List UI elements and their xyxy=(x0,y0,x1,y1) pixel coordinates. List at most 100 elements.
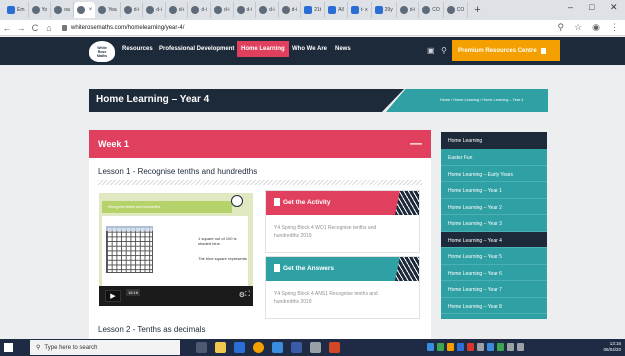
week-header[interactable]: Week 1 — xyxy=(89,130,431,158)
activity-description: Y4 Spring Block 4 WO1 Recognise tenths a… xyxy=(274,225,377,239)
browser-tab[interactable]: 29y xyxy=(372,2,397,18)
browser-tab[interactable]: Yo xyxy=(29,2,52,18)
sidebar-item-year-3[interactable]: Home Learning – Year 3 xyxy=(441,215,547,232)
home-button[interactable]: ⌂ xyxy=(42,23,56,33)
browser-tab[interactable]: d-i xyxy=(211,2,234,18)
back-button[interactable]: ← xyxy=(0,23,14,33)
sidebar-item-easter-fun[interactable]: Easter Fun xyxy=(441,149,547,166)
browser-tab[interactable]: d-i xyxy=(397,2,420,18)
browser-tab[interactable]: d-i xyxy=(234,2,257,18)
browser-tab[interactable]: d-i xyxy=(188,2,211,18)
tray-icon[interactable] xyxy=(447,343,454,351)
basket-icon[interactable]: ▣ xyxy=(427,46,435,55)
browser-tab-active[interactable]: × xyxy=(73,2,96,18)
forward-button[interactable]: → xyxy=(14,23,28,33)
sidebar-heading[interactable]: Home Learning xyxy=(441,132,547,149)
tray-icon[interactable] xyxy=(427,343,434,351)
sidebar-item-year-6[interactable]: Home Learning – Year 6 xyxy=(441,265,547,281)
answers-header[interactable]: Get the Answers xyxy=(266,257,419,281)
browser-tab[interactable]: CO xyxy=(419,2,444,18)
nav-professional-development[interactable]: Professional Development xyxy=(159,46,234,52)
tab-favicon-icon xyxy=(399,6,408,14)
tray-icon[interactable] xyxy=(467,343,474,351)
document-icon xyxy=(274,264,280,272)
browser-tab[interactable]: oa xyxy=(51,2,74,18)
divider xyxy=(98,180,422,185)
url-field[interactable]: whiterosemaths.com/homelearning/year-4/ xyxy=(62,24,184,31)
activity-header[interactable]: Get the Activity xyxy=(266,191,419,215)
mail-icon[interactable] xyxy=(234,342,245,353)
app-icon[interactable] xyxy=(310,342,321,353)
sidebar-item-year-1[interactable]: Home Learning – Year 1 xyxy=(441,182,547,199)
tab-favicon-icon xyxy=(281,6,290,14)
powerpoint-icon[interactable] xyxy=(329,342,340,353)
tab-favicon-icon xyxy=(259,6,268,14)
tray-icon[interactable] xyxy=(477,343,484,351)
teams-icon[interactable] xyxy=(291,342,302,353)
close-window-button[interactable]: ✕ xyxy=(610,2,618,13)
new-tab-button[interactable]: + xyxy=(468,4,486,16)
chrome-icon[interactable] xyxy=(253,342,264,353)
tray-icon[interactable] xyxy=(457,343,464,351)
browser-tab[interactable]: t- x xyxy=(348,2,372,18)
video-banner: Recognise tenths and hundredths xyxy=(102,201,232,213)
tray-icon[interactable] xyxy=(497,343,504,351)
sidebar-item-year-7[interactable]: Home Learning – Year 7 xyxy=(441,281,547,298)
sidebar-item-year-4[interactable]: Home Learning – Year 4 xyxy=(441,231,547,248)
fullscreen-icon[interactable]: ⛶ xyxy=(245,291,250,299)
windows-start-icon[interactable] xyxy=(4,343,13,352)
browser-tab[interactable]: CO xyxy=(444,2,469,18)
outlook-icon[interactable] xyxy=(272,342,283,353)
tab-close-icon[interactable]: × xyxy=(89,7,93,13)
lesson-video[interactable]: Recognise tenths and hundredths 1 square… xyxy=(99,193,253,306)
breadcrumb[interactable]: Home / Home Learning / Home Learning – Y… xyxy=(440,98,523,102)
document-icon xyxy=(540,47,546,54)
activity-card[interactable]: Get the Activity Y4 Spring Block 4 WO1 R… xyxy=(265,190,420,253)
collapse-icon[interactable]: — xyxy=(410,136,422,150)
nav-home-learning[interactable]: Home Learning xyxy=(237,41,289,57)
answers-card[interactable]: Get the Answers Y4 Spring Block 4 ANS1 R… xyxy=(265,256,420,319)
browser-tab[interactable]: All xyxy=(325,2,348,18)
play-icon[interactable]: ▶ xyxy=(105,290,121,302)
tab-favicon-icon xyxy=(446,6,455,14)
settings-icon[interactable]: ⚙ xyxy=(239,291,245,299)
nav-who-we-are[interactable]: Who We Are xyxy=(292,46,327,52)
task-view-icon[interactable] xyxy=(196,342,207,353)
tray-icon[interactable] xyxy=(487,343,494,351)
tab-favicon-icon xyxy=(213,6,222,14)
browser-tab[interactable]: d-i xyxy=(166,2,189,18)
search-icon[interactable]: ⚲ xyxy=(441,46,447,55)
browser-tab[interactable]: d-i xyxy=(256,2,279,18)
white-rose-maths-logo[interactable]: White Rose Maths xyxy=(89,41,115,62)
taskbar-clock[interactable]: 13:16 06/04/20 xyxy=(603,341,621,353)
browser-tab[interactable]: Yea xyxy=(95,2,121,18)
tab-favicon-icon xyxy=(350,6,359,14)
tray-icon[interactable] xyxy=(437,343,444,351)
maximize-button[interactable]: □ xyxy=(589,2,594,12)
nav-resources[interactable]: Resources xyxy=(122,46,153,52)
taskbar-search-input[interactable]: ⚲ Type here to search xyxy=(30,340,180,355)
nav-news[interactable]: News xyxy=(335,46,351,52)
premium-resources-button[interactable]: Premium Resources Centre xyxy=(452,40,560,61)
sidebar-item-year-5[interactable]: Home Learning – Year 5 xyxy=(441,248,547,265)
minimize-button[interactable]: – xyxy=(568,2,573,12)
tab-favicon-icon xyxy=(328,6,337,14)
browser-tab[interactable]: 21t xyxy=(301,2,326,18)
profile-icon[interactable]: ◉ xyxy=(592,22,600,33)
menu-icon[interactable]: ⋮ xyxy=(610,22,619,33)
browser-tab[interactable]: d-i xyxy=(279,2,302,18)
sidebar-item-year-8[interactable]: Home Learning – Year 8 xyxy=(441,298,547,314)
decorative-triangle xyxy=(395,191,419,215)
sidebar-item-early-years[interactable]: Home Learning – Early Years xyxy=(441,166,547,182)
wifi-icon[interactable] xyxy=(507,343,514,351)
browser-tab[interactable]: Em xyxy=(4,2,29,18)
tab-favicon-icon xyxy=(98,6,107,14)
reload-button[interactable]: C xyxy=(28,23,42,33)
sidebar-item-year-2[interactable]: Home Learning – Year 2 xyxy=(441,199,547,215)
star-icon[interactable]: ☆ xyxy=(574,22,582,33)
zoom-icon[interactable]: ⚲ xyxy=(557,22,564,33)
browser-tab[interactable]: d-i xyxy=(121,2,144,18)
volume-icon[interactable] xyxy=(517,343,524,351)
file-explorer-icon[interactable] xyxy=(215,342,226,353)
browser-tab[interactable]: d-i xyxy=(143,2,166,18)
